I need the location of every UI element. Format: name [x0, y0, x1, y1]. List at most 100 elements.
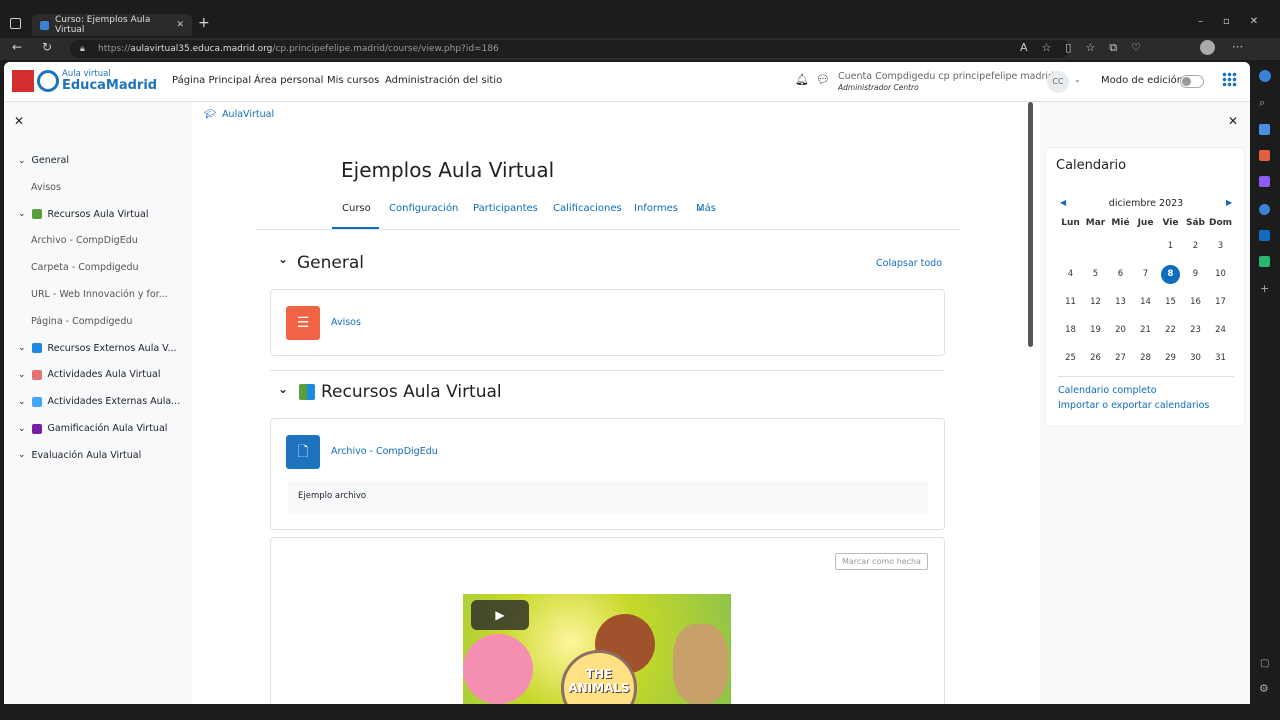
sidebar-item[interactable]: ⌄ Evaluación Aula Virtual — [18, 450, 141, 461]
mark-done-button[interactable]: Marcar como hecha — [835, 553, 928, 570]
calendar-day[interactable]: 6 — [1108, 260, 1133, 288]
calendar-day[interactable]: 17 — [1208, 288, 1233, 316]
shopping-icon[interactable] — [1259, 124, 1270, 135]
calendar-day[interactable]: 18 — [1058, 316, 1083, 344]
calendar-day[interactable]: 8 — [1158, 260, 1183, 288]
chevron-down-icon[interactable]: ⌄ — [18, 450, 26, 460]
more-icon[interactable]: ⋯ — [1232, 40, 1243, 53]
calendar-day[interactable]: 30 — [1183, 344, 1208, 372]
play-icon[interactable]: ▶ — [471, 600, 529, 630]
sidebar-item[interactable]: Página - Compdigedu — [31, 316, 132, 327]
window-controls[interactable]: –▫✕ — [1198, 16, 1278, 27]
export-calendar-link[interactable]: Importar o exportar calendarios — [1058, 400, 1209, 411]
search-icon[interactable]: ⌕ — [1259, 96, 1265, 110]
calendar-day[interactable]: 29 — [1158, 344, 1183, 372]
tab-calificaciones[interactable]: Calificaciones — [553, 203, 622, 214]
new-tab-icon[interactable]: + — [198, 15, 210, 31]
tab-informes[interactable]: Informes — [634, 203, 678, 214]
chevron-down-icon[interactable]: ⌄ — [18, 424, 26, 434]
calendar-day[interactable]: 26 — [1083, 344, 1108, 372]
tools-icon[interactable] — [1259, 150, 1270, 161]
m365-icon[interactable] — [1259, 204, 1270, 215]
sidebar-layout-icon[interactable]: ▢ — [1260, 658, 1269, 669]
close-drawer-icon[interactable]: ✕ — [14, 114, 24, 128]
calendar-day[interactable]: 22 — [1158, 316, 1183, 344]
add-icon[interactable]: + — [1260, 282, 1269, 295]
copilot-icon[interactable] — [1259, 70, 1271, 82]
tab-actions-icon[interactable] — [10, 18, 21, 29]
calendar-day[interactable]: 11 — [1058, 288, 1083, 316]
next-month-icon[interactable]: ▶ — [1226, 198, 1232, 207]
calendar-day[interactable]: 28 — [1133, 344, 1158, 372]
collapse-section-chevron-icon[interactable]: ⌄ — [278, 382, 288, 396]
collapse-all-link[interactable]: Colapsar todo — [876, 258, 942, 269]
reload-icon[interactable]: ↻ — [42, 40, 52, 54]
messages-icon[interactable]: 💬︎ — [816, 73, 830, 86]
calendar-day[interactable]: 9 — [1183, 260, 1208, 288]
nav-mis-cursos[interactable]: Mis cursos — [327, 75, 379, 86]
calendar-day[interactable]: 14 — [1133, 288, 1158, 316]
calendar-day[interactable]: 25 — [1058, 344, 1083, 372]
close-tab-icon[interactable]: ✕ — [176, 20, 184, 30]
sidebar-item[interactable]: ⌄ Recursos Aula Virtual — [18, 209, 149, 220]
full-calendar-link[interactable]: Calendario completo — [1058, 385, 1157, 396]
sidebar-item[interactable]: URL - Web Innovación y for... — [31, 289, 168, 300]
sidebar-item[interactable]: Archivo - CompDigEdu — [31, 235, 138, 246]
chevron-down-icon[interactable]: ⌄ — [18, 397, 26, 407]
sidebar-item[interactable]: ⌄ Actividades Externas Aula... — [18, 396, 180, 407]
calendar-day[interactable]: 16 — [1183, 288, 1208, 316]
profile-avatar[interactable] — [1200, 40, 1215, 55]
calendar-day[interactable]: 24 — [1208, 316, 1233, 344]
nav-administracion[interactable]: Administración del sitio — [385, 75, 502, 86]
activity-link[interactable]: Avisos — [331, 317, 361, 328]
calendar-day[interactable]: 4 — [1058, 260, 1083, 288]
nav-pagina-principal[interactable]: Página Principal — [172, 75, 251, 86]
activity-link[interactable]: Archivo - CompDigEdu — [331, 446, 438, 457]
sidebar-item[interactable]: Avisos — [31, 182, 61, 193]
user-menu-chevron-icon[interactable]: ⌄ — [1074, 75, 1081, 84]
sidebar-item[interactable]: ⌄ Recursos Externos Aula V... — [18, 343, 177, 354]
browser-toolbar-icons[interactable]: A☆▯☆⧉♡ — [1020, 41, 1155, 55]
chevron-down-icon[interactable]: ⌄ — [18, 343, 26, 353]
user-avatar[interactable]: CC — [1047, 71, 1069, 93]
tab-configuracion[interactable]: Configuración — [389, 203, 458, 214]
settings-icon[interactable]: ⚙ — [1259, 682, 1269, 695]
collapse-section-chevron-icon[interactable]: ⌄ — [278, 252, 288, 266]
browser-tab[interactable]: Curso: Ejemplos Aula Virtual ✕ — [32, 14, 192, 36]
video-thumbnail[interactable]: ▶ THE ANIMALS — [463, 594, 731, 704]
chevron-down-icon[interactable]: ⌄ — [18, 209, 26, 219]
tab-participantes[interactable]: Participantes — [473, 203, 538, 214]
calendar-day[interactable]: 2 — [1183, 232, 1208, 260]
calendar-day[interactable]: 5 — [1083, 260, 1108, 288]
calendar-day[interactable]: 10 — [1208, 260, 1233, 288]
user-name[interactable]: Cuenta Compdigedu cp principefelipe madr… — [838, 71, 1054, 82]
calendar-day[interactable]: 20 — [1108, 316, 1133, 344]
calendar-day[interactable]: 7 — [1133, 260, 1158, 288]
calendar-day[interactable]: 3 — [1208, 232, 1233, 260]
calendar-day[interactable]: 27 — [1108, 344, 1133, 372]
sidebar-item[interactable]: ⌄ Gamificación Aula Virtual — [18, 423, 167, 434]
url-input[interactable]: 🔒︎ https://aulavirtual35.educa.madrid.or… — [70, 40, 1070, 58]
close-blocks-icon[interactable]: ✕ — [1228, 114, 1238, 128]
sidebar-item[interactable]: ⌄ General — [18, 155, 69, 166]
chevron-down-icon[interactable]: ⌄ — [18, 370, 26, 380]
notifications-bell-icon[interactable]: 🔔︎ — [795, 73, 809, 86]
calendar-day[interactable]: 19 — [1083, 316, 1108, 344]
calendar-day[interactable]: 13 — [1108, 288, 1133, 316]
calendar-day[interactable]: 15 — [1158, 288, 1183, 316]
logo-title[interactable]: EducaMadrid — [62, 78, 157, 93]
games-icon[interactable] — [1259, 176, 1270, 187]
apps-grid-icon[interactable] — [1222, 72, 1237, 87]
outlook-icon[interactable] — [1259, 230, 1270, 241]
calendar-day[interactable]: 12 — [1083, 288, 1108, 316]
drop-icon[interactable] — [1259, 256, 1270, 267]
main-scrollbar[interactable] — [1028, 102, 1033, 347]
calendar-day[interactable]: 31 — [1208, 344, 1233, 372]
calendar-day[interactable]: 21 — [1133, 316, 1158, 344]
calendar-day[interactable]: 23 — [1183, 316, 1208, 344]
sidebar-item[interactable]: ⌄ Actividades Aula Virtual — [18, 369, 160, 380]
back-icon[interactable]: ← — [12, 40, 22, 54]
sidebar-item[interactable]: Carpeta - Compdigedu — [31, 262, 139, 273]
edit-mode-toggle[interactable] — [1180, 75, 1204, 88]
nav-area-personal[interactable]: Área personal — [254, 75, 323, 86]
